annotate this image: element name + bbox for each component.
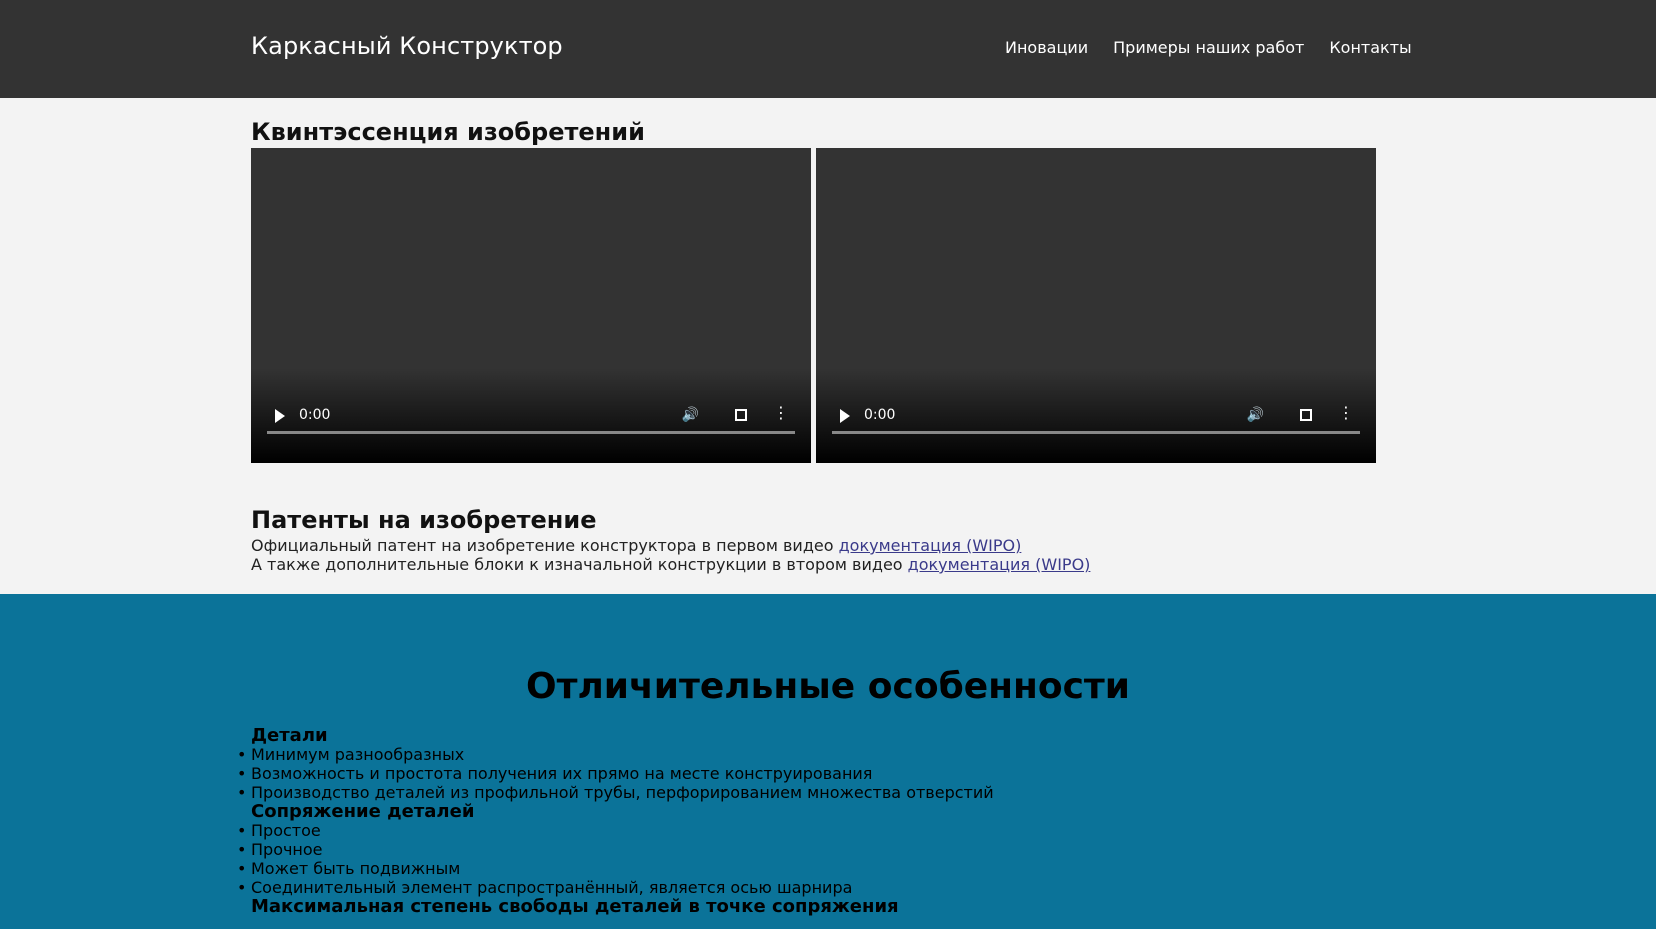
video-controls: 0:00 🔊 ⋮ — [832, 404, 1360, 434]
video-progress-bar[interactable] — [267, 431, 795, 434]
list-item: Простое — [237, 821, 994, 840]
list-item: Соединительный элемент распространённый,… — [237, 878, 994, 897]
top-nav: Иновации Примеры наших работ Контакты — [1005, 38, 1412, 57]
video-progress-bar[interactable] — [832, 431, 1360, 434]
fullscreen-icon[interactable] — [1300, 409, 1312, 421]
play-icon[interactable] — [840, 409, 850, 423]
nav-examples[interactable]: Примеры наших работ — [1113, 38, 1304, 57]
play-icon[interactable] — [275, 409, 285, 423]
features-title: Отличительные особенности — [525, 666, 1131, 707]
video-controls: 0:00 🔊 ⋮ — [267, 404, 795, 434]
feature-group-items: Минимум разнообразных Возможность и прос… — [237, 745, 994, 802]
fullscreen-icon[interactable] — [735, 409, 747, 421]
video-player-1[interactable]: 0:00 🔊 ⋮ — [251, 148, 811, 463]
list-item: Возможность и простота получения их прям… — [237, 764, 994, 783]
list-item: Прочное — [237, 840, 994, 859]
features-list: Детали Минимум разнообразных Возможность… — [237, 725, 994, 917]
feature-group-items: Простое Прочное Может быть подвижным Сое… — [237, 821, 994, 897]
site-header: Каркасный Конструктор Иновации Примеры н… — [0, 0, 1656, 98]
video-time: 0:00 — [864, 407, 896, 423]
list-item: Производство деталей из профильной трубы… — [237, 783, 994, 802]
site-brand[interactable]: Каркасный Конструктор — [251, 32, 563, 60]
inventions-section: Квинтэссенция изобретений 0:00 🔊 ⋮ 0:00 … — [0, 98, 1656, 594]
features-section: Отличительные особенности Детали Минимум… — [0, 594, 1656, 929]
patent-line-1: Официальный патент на изобретение констр… — [251, 536, 1090, 555]
patent-line-2-text: А также дополнительные блоки к изначальн… — [251, 555, 908, 574]
patent-doc-link-2[interactable]: документация (WIPO) — [908, 555, 1091, 574]
list-item: Минимум разнообразных — [237, 745, 994, 764]
patent-line-2: А также дополнительные блоки к изначальн… — [251, 555, 1090, 574]
feature-group-heading: Сопряжение деталей — [251, 801, 475, 822]
patent-line-1-text: Официальный патент на изобретение констр… — [251, 536, 839, 555]
patents-text: Официальный патент на изобретение констр… — [251, 536, 1090, 574]
more-options-icon[interactable]: ⋮ — [773, 405, 789, 421]
list-item: Может быть подвижным — [237, 859, 994, 878]
video-time: 0:00 — [299, 407, 331, 423]
feature-group-heading: Детали — [251, 725, 328, 746]
volume-icon[interactable]: 🔊 — [682, 407, 699, 423]
more-options-icon[interactable]: ⋮ — [1338, 405, 1354, 421]
feature-group-heading: Максимальная степень свободы деталей в т… — [251, 896, 899, 917]
video-row: 0:00 🔊 ⋮ 0:00 🔊 ⋮ — [251, 148, 1376, 463]
volume-icon[interactable]: 🔊 — [1247, 407, 1264, 423]
patents-heading: Патенты на изобретение — [251, 506, 597, 534]
patent-doc-link-1[interactable]: документация (WIPO) — [839, 536, 1022, 555]
video-player-2[interactable]: 0:00 🔊 ⋮ — [816, 148, 1376, 463]
nav-contacts[interactable]: Контакты — [1329, 38, 1411, 57]
inventions-heading: Квинтэссенция изобретений — [251, 118, 645, 146]
nav-innovations[interactable]: Иновации — [1005, 38, 1088, 57]
